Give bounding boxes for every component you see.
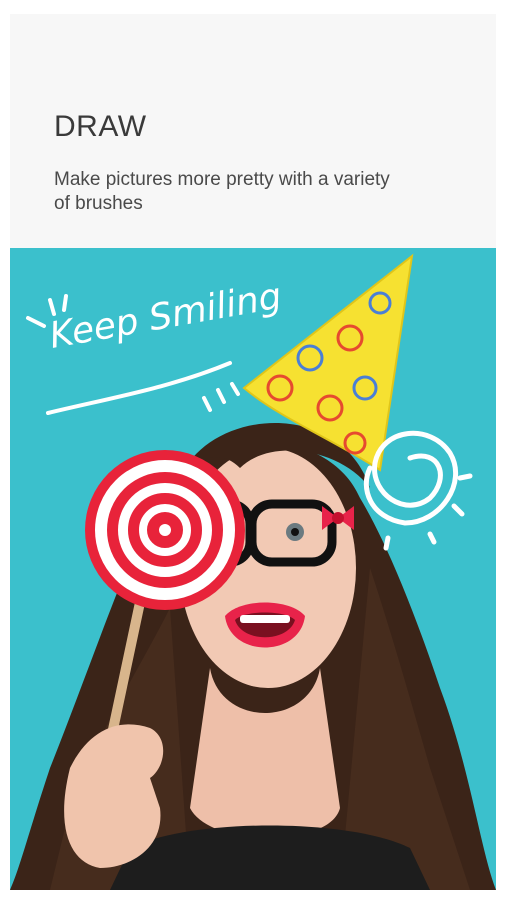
onboarding-card: DRAW Make pictures more pretty with a va… [10,14,496,890]
lollipop-icon [85,450,245,610]
feature-title: DRAW [54,110,147,143]
feature-header: DRAW Make pictures more pretty with a va… [10,14,496,248]
feature-description: Make pictures more pretty with a variety… [54,169,390,214]
feature-illustration: Keep Smiling [10,248,496,890]
